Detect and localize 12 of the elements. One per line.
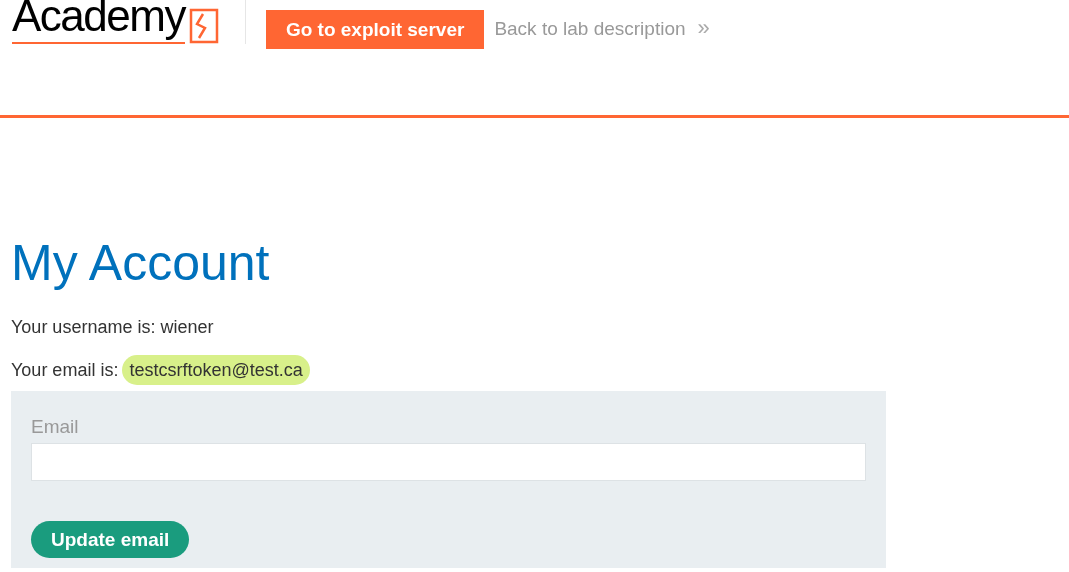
chevron-icon: » [697,18,710,40]
exploit-server-button[interactable]: Go to exploit server [265,10,485,49]
update-email-button[interactable]: Update email [31,521,190,558]
email-label: Your email is: [11,359,119,382]
username-text: Your username is: wiener [11,316,215,339]
back-link-text[interactable]: Back to lab description [494,18,686,40]
email-value: testcsrftoken@test.ca [122,355,310,385]
logo-icon [188,8,219,44]
email-input-field[interactable] [31,443,866,482]
email-label: Email [31,416,80,438]
back-link[interactable]: Back to lab description » [494,18,710,40]
page-title: My Account [11,234,271,293]
